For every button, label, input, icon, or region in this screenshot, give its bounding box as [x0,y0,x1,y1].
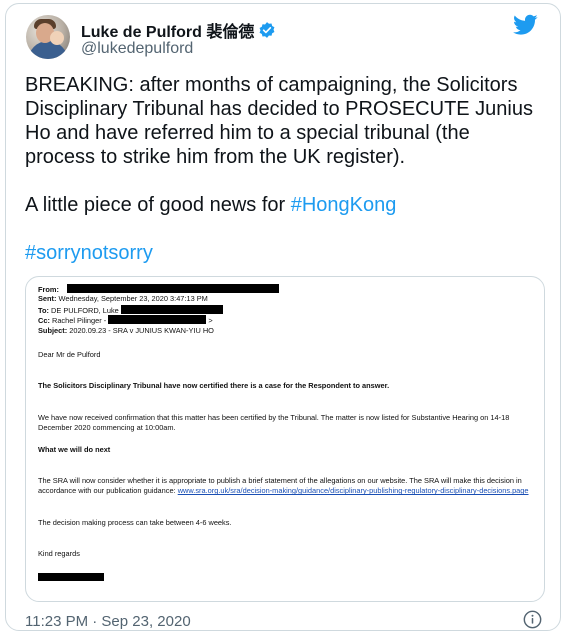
email-cc-suffix: > [208,316,213,326]
redaction-bar [67,284,280,293]
email-from-line: From: [38,284,532,294]
email-to-line: To: DE PULFORD, Luke [38,304,532,315]
info-icon[interactable] [523,610,542,629]
email-sent-value: Wednesday, September 23, 2020 3:47:13 PM [58,294,208,304]
email-bold-notice: The Solicitors Disciplinary Tribunal hav… [38,381,390,391]
email-sent-label: Sent: [38,294,57,304]
email-greeting: Dear Mr de Pulford [38,349,101,359]
hashtag-hongkong-link[interactable]: #HongKong [291,194,397,216]
redaction-bar [108,315,207,325]
email-signoff: Kind regards [38,549,80,559]
avatar-shirt [28,41,68,59]
tweet-card: Luke de Pulford 裴倫德 @lukedepulford BREAK… [5,3,561,631]
author-handle[interactable]: @lukedepulford [81,40,193,58]
verified-badge-icon [258,21,276,39]
redaction-bar [120,304,223,314]
email-paragraph: The decision making process can take bet… [38,517,232,527]
email-subject-line: Subject: 2020.09.23 - SRA v JUNIUS KWAN-… [38,326,532,336]
attached-email-image[interactable]: From: Sent: Wednesday, September 23, 202… [25,276,545,602]
email-section-heading: What we will do next [38,444,111,454]
avatar-child [50,31,64,45]
email-subject-value: 2020.09.23 - SRA v JUNIUS KWAN-YIU HO [69,325,214,335]
email-guidance-link: www.sra.org.uk/sra/decision-making/guida… [177,486,529,496]
twitter-bird-icon[interactable] [513,14,538,36]
email-sent-line: Sent: Wednesday, September 23, 2020 3:47… [38,294,532,304]
author-display-name[interactable]: Luke de Pulford 裴倫德 [81,18,254,42]
email-screenshot: From: Sent: Wednesday, September 23, 202… [38,284,532,583]
tweet-text-span: A little piece of good news for [25,194,291,216]
tweet-paragraph: BREAKING: after months of campaigning, t… [25,74,533,168]
redaction-bar [38,572,104,581]
email-subject-label: Subject: [38,325,68,335]
email-paragraph: The SRA will now consider whether it is … [38,476,532,497]
tweet-paragraph: A little piece of good news for #HongKon… [25,193,541,217]
email-cc-value: Rachel Pilinger - [51,316,107,326]
avatar[interactable] [26,15,70,59]
author-name-row[interactable]: Luke de Pulford 裴倫德 [81,18,276,42]
email-to-label: To: [38,305,49,315]
email-from-label: From: [38,285,59,294]
email-cc-label: Cc: [38,316,50,326]
email-paragraph: We have now received confirmation that t… [38,412,510,433]
tweet-paragraph: #sorrynotsorry [25,241,541,265]
tweet-body: BREAKING: after months of campaigning, t… [25,73,541,265]
hashtag-sorrynotsorry-link[interactable]: #sorrynotsorry [25,242,153,264]
tweet-timestamp[interactable]: 11:23 PM · Sep 23, 2020 [25,613,191,630]
email-to-value: DE PULFORD, Luke [51,305,119,315]
email-cc-line: Cc: Rachel Pilinger - > [38,315,532,325]
